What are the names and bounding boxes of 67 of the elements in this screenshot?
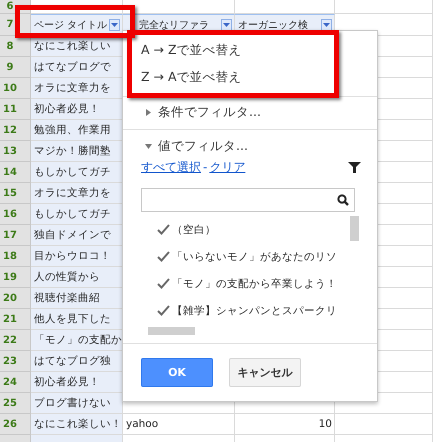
caret-down-icon (145, 142, 152, 150)
sort-option[interactable]: Z → Aで並べ替え (123, 64, 377, 92)
row-header: 22 (0, 330, 31, 351)
dropdown-button[interactable] (321, 19, 332, 31)
caret-down-icon (323, 23, 330, 27)
row-header: 21 (0, 309, 31, 330)
header-label: オーガニック検 (238, 18, 309, 32)
table-cell: マジか！勝間塾 (31, 141, 123, 162)
table-cell: 初心者必見！ (31, 372, 123, 393)
row-header: 11 (0, 99, 31, 120)
row-header: 10 (0, 78, 31, 99)
table-cell: 視聴付楽曲紹 (31, 288, 123, 309)
clear-link[interactable]: クリア (209, 158, 246, 176)
table-cell: ブログ書けない (31, 393, 123, 414)
table-cell: 10 (235, 414, 335, 435)
filter-section[interactable]: 値でフィルタ... (123, 134, 377, 159)
value-option[interactable]: （空白） (141, 216, 216, 244)
caret-down-icon (223, 23, 230, 27)
scrollbar-thumb[interactable] (350, 216, 359, 242)
table-cell: 目からウロコ！ (31, 246, 123, 267)
row-header: 20 (0, 288, 31, 309)
value-option[interactable]: 【雑学】シャンパンとスパークリ (141, 297, 337, 324)
filter-icon[interactable] (348, 160, 361, 174)
row-header: 8 (0, 36, 31, 57)
table-cell: オラに文章力を (31, 183, 123, 204)
row-header: 16 (0, 204, 31, 225)
row-header: 13 (0, 141, 31, 162)
value-option[interactable]: 「いらないモノ」があなたのリソ (141, 243, 337, 270)
row-header: 23 (0, 351, 31, 372)
row-header: 18 (0, 246, 31, 267)
select-all-link[interactable]: すべて選択 (141, 158, 201, 176)
row-header: 17 (0, 225, 31, 246)
table-cell: はてなブログ独 (31, 351, 123, 372)
row-header: 19 (0, 267, 31, 288)
row-header: 25 (0, 393, 31, 414)
table-cell: はてなブログで (31, 57, 123, 78)
cancel-button[interactable]: キャンセル (229, 358, 301, 388)
table-cell: 他人を見下した (31, 309, 123, 330)
separator-text: - (203, 160, 208, 174)
header-label: 完全なリファラ (139, 18, 210, 32)
row-header: 15 (0, 183, 31, 204)
row-header: 12 (0, 120, 31, 141)
caret-down-icon (111, 23, 118, 27)
table-cell: 人の性質から (31, 267, 123, 288)
filter-section[interactable]: 条件でフィルタ... (123, 100, 377, 126)
sort-option[interactable]: A → Zで並べ替え (123, 36, 377, 64)
row-header: 14 (0, 162, 31, 183)
dropdown-button[interactable] (109, 19, 120, 31)
table-cell: 独自ドメインで (31, 225, 123, 246)
row-header: 9 (0, 57, 31, 78)
row-header: 24 (0, 372, 31, 393)
scrollbar-thumb[interactable] (148, 327, 195, 336)
row-header: 26 (0, 414, 31, 435)
table-cell: yahoo (123, 414, 235, 435)
table-cell: 勉強用、作業用 (31, 120, 123, 141)
search-field[interactable] (141, 188, 355, 212)
dropdown-button[interactable] (221, 19, 232, 31)
table-cell: オラに文章力を (31, 78, 123, 99)
value-option[interactable]: 「モノ」の支配から卒業しよう！ (141, 270, 337, 298)
table-cell: もしかしてガチ (31, 162, 123, 183)
table-cell: 「モノ」の支配か (31, 330, 123, 351)
caret-right-icon (145, 109, 152, 116)
table-cell: もしかしてガチ (31, 204, 123, 225)
table-cell: なにこれ楽しい！ (31, 414, 123, 435)
header-label: ページ タイトル (34, 19, 108, 32)
table-cell: 初心者必見！ (31, 99, 123, 120)
search-icon (337, 194, 349, 206)
